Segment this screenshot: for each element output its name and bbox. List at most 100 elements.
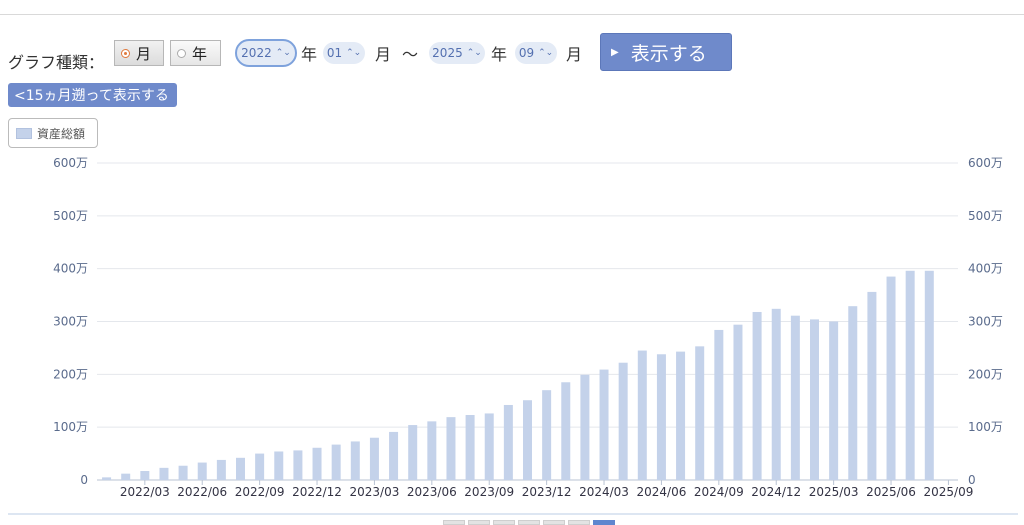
back-15-months-button[interactable]: <15ヵ月遡って表示する xyxy=(8,83,177,107)
back-button-label: <15ヵ月遡って表示する xyxy=(14,88,169,104)
bar xyxy=(427,421,437,480)
y-tick-label-left: 600万 xyxy=(53,156,88,170)
y-tick-label-right: 100万 xyxy=(968,420,1003,434)
bar xyxy=(197,462,207,480)
bar xyxy=(580,374,590,480)
end-month-select[interactable]: 09 ⌃⌄ xyxy=(515,42,557,64)
y-tick-label-right: 200万 xyxy=(968,367,1003,381)
legend-toggle[interactable]: 資産総額 xyxy=(8,118,98,148)
start-month-select[interactable]: 01 ⌃⌄ xyxy=(323,42,365,64)
pager-item[interactable] xyxy=(568,520,590,525)
bar xyxy=(369,437,379,480)
bar xyxy=(599,369,609,480)
bottom-divider xyxy=(8,513,1018,515)
chevron-updown-icon: ⌃⌄ xyxy=(346,48,362,58)
radio-month[interactable]: 月 xyxy=(114,40,164,66)
x-tick-label: 2023/12 xyxy=(522,485,572,499)
pager-item[interactable] xyxy=(518,520,540,525)
bar xyxy=(236,457,245,480)
bar xyxy=(695,346,705,480)
y-tick-label-right: 600万 xyxy=(968,156,1003,170)
bar xyxy=(561,382,571,480)
bar xyxy=(350,441,360,480)
bar xyxy=(676,351,686,480)
x-tick-label: 2022/12 xyxy=(292,485,342,499)
bar xyxy=(542,390,552,480)
end-month-unit: 月 xyxy=(566,45,583,64)
bar xyxy=(274,451,284,480)
asset-bar-chart: 0 0100万 100万200万 200万300万 300万400万 400万500万 50… xyxy=(53,156,1003,499)
bar xyxy=(102,477,112,480)
chevron-updown-icon: ⌃⌄ xyxy=(275,48,291,58)
y-tick-label-right: 300万 xyxy=(968,315,1003,329)
x-tick-label: 2025/03 xyxy=(809,485,859,499)
x-tick-label: 2023/03 xyxy=(350,485,400,499)
bar xyxy=(523,400,532,480)
y-tick-label-left: 300万 xyxy=(53,315,88,329)
bar xyxy=(790,315,800,480)
y-tick-label-right: 400万 xyxy=(968,262,1003,276)
pager-item[interactable] xyxy=(468,520,490,525)
pager-item[interactable] xyxy=(493,520,515,525)
end-year-select[interactable]: 2025 ⌃⌄ xyxy=(429,42,485,64)
bar xyxy=(389,431,399,480)
radio-month-label: 月 xyxy=(136,44,152,63)
y-tick-label-left: 400万 xyxy=(53,262,88,276)
pager xyxy=(443,520,615,525)
bar xyxy=(886,276,896,480)
bar xyxy=(714,329,724,480)
start-year-value: 2022 xyxy=(241,46,272,60)
x-tick-label: 2024/03 xyxy=(579,485,629,499)
pager-item[interactable] xyxy=(543,520,565,525)
y-tick-label-left: 0 xyxy=(80,473,88,487)
play-icon: ▶ xyxy=(611,46,619,58)
graph-type-label: グラフ種類： xyxy=(8,53,105,72)
bar xyxy=(905,270,915,480)
range-separator: 〜 xyxy=(402,45,419,64)
x-tick-label: 2022/03 xyxy=(120,485,170,499)
bar xyxy=(771,308,781,480)
show-button[interactable]: ▶ 表示する xyxy=(600,33,732,71)
x-tick-label: 2024/09 xyxy=(694,485,744,499)
x-tick-label: 2024/06 xyxy=(637,485,687,499)
bar xyxy=(810,319,819,480)
end-month-value: 09 xyxy=(518,46,535,60)
start-year-select[interactable]: 2022 ⌃⌄ xyxy=(235,39,297,67)
end-year-unit: 年 xyxy=(491,45,508,64)
bar xyxy=(408,425,418,480)
bar xyxy=(618,362,628,480)
radio-month-dot xyxy=(121,48,130,58)
bar xyxy=(733,324,743,480)
bar xyxy=(159,467,169,480)
bar xyxy=(465,415,475,480)
y-tick-label-right: 500万 xyxy=(968,209,1003,223)
chevron-updown-icon: ⌃⌄ xyxy=(466,48,482,58)
legend-label: 資産総額 xyxy=(37,126,86,141)
pager-item[interactable] xyxy=(443,520,465,525)
bar xyxy=(752,311,762,480)
bar xyxy=(140,471,150,480)
bar xyxy=(216,459,226,480)
radio-year-dot xyxy=(177,48,186,58)
x-tick-label: 2024/12 xyxy=(751,485,801,499)
bar xyxy=(331,444,341,480)
radio-year-label: 年 xyxy=(192,44,208,63)
end-year-value: 2025 xyxy=(432,46,463,60)
y-tick-label-left: 100万 xyxy=(53,420,88,434)
bar xyxy=(178,465,188,480)
bar xyxy=(656,354,666,480)
bar xyxy=(312,447,322,480)
bar xyxy=(255,453,265,480)
top-divider xyxy=(0,14,1024,15)
pager-item-active[interactable] xyxy=(593,520,615,525)
radio-year[interactable]: 年 xyxy=(170,40,221,66)
x-tick-label: 2022/09 xyxy=(235,485,285,499)
y-tick-label-left: 500万 xyxy=(53,209,88,223)
bar xyxy=(867,291,877,480)
x-tick-label: 2023/09 xyxy=(464,485,514,499)
bar xyxy=(637,350,647,480)
bar xyxy=(924,270,934,480)
start-year-unit: 年 xyxy=(301,45,318,64)
x-tick-label: 2025/06 xyxy=(866,485,916,499)
bar xyxy=(484,413,494,480)
